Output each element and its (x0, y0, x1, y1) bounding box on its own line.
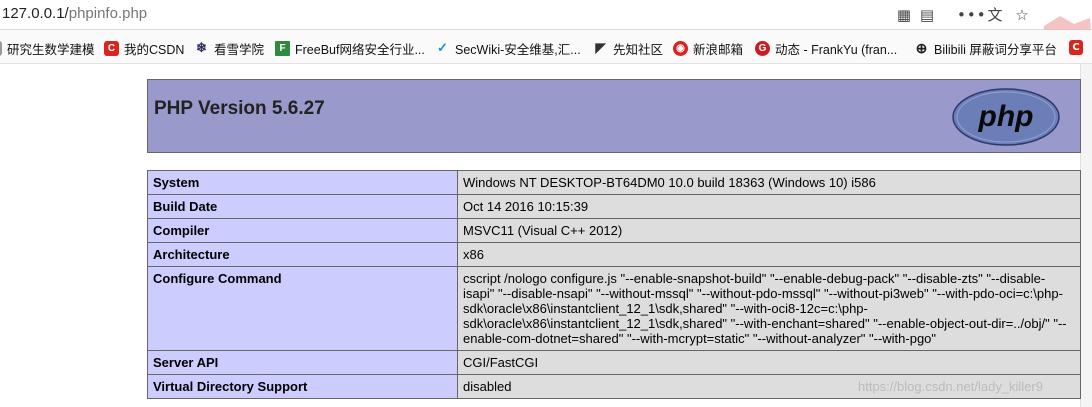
bookmark-label: 先知社区 (613, 42, 664, 57)
url-path: phpinfo.php (68, 5, 148, 22)
row-value: Oct 14 2016 10:15:39 (457, 194, 1081, 219)
table-row: Architecture x86 (147, 242, 1081, 267)
table-row: System Windows NT DESKTOP-BT64DM0 10.0 b… (147, 170, 1081, 195)
watermark: https://blog.csdn.net/lady_killer9 (858, 379, 1043, 394)
bookmark-item[interactable]: ⊕ Bilibili 屏蔽词分享平台 (914, 39, 1057, 57)
table-row: Build Date Oct 14 2016 10:15:39 (147, 194, 1081, 219)
star-icon[interactable]: ☆ (1013, 6, 1031, 24)
bookmark-label: FreeBuf网络安全行业... (295, 42, 425, 57)
page-title: PHP Version 5.6.27 (154, 98, 325, 119)
csdn-icon: C (104, 40, 119, 56)
php-logo-text: php (978, 100, 1034, 133)
bookmark-item[interactable]: C 我的CSDN (104, 39, 184, 57)
row-key: Architecture (147, 242, 458, 267)
xianzhi-icon: ◤ (595, 40, 606, 55)
php-logo: php (952, 88, 1060, 146)
table-row: Server API CGI/FastCGI (147, 350, 1081, 375)
row-value: x86 (457, 242, 1081, 267)
php-header: PHP Version 5.6.27 php (147, 79, 1081, 153)
reader-mode-icon[interactable]: ▤ (918, 6, 936, 24)
row-value: CGI/FastCGI (457, 350, 1081, 375)
bookmarks-bar: 研究生数学建模 C 我的CSDN ❄ 看雪学院 F FreeBuf网络安全行业.… (0, 30, 1092, 64)
translate-icon[interactable]: 文 (986, 6, 1004, 24)
vertical-scrollbar[interactable] (1080, 64, 1092, 407)
bookmark-item[interactable]: ✓ SecWiki-安全维基,汇... (435, 39, 581, 57)
row-key: Compiler (147, 218, 458, 243)
row-value: MSVC11 (Visual C++ 2012) (457, 218, 1081, 243)
bookmark-label: Bilibili 屏蔽词分享平台 (934, 42, 1057, 57)
url-text[interactable]: 127.0.0.1/phpinfo.php (2, 5, 147, 23)
bookmark-label: 动态 - FrankYu (fran... (775, 42, 898, 57)
bookmark-label: 看雪学院 (214, 42, 265, 57)
bookmark-label: 新浪邮箱 (693, 42, 744, 57)
row-key: Virtual Directory Support (147, 374, 458, 399)
row-key: Build Date (147, 194, 458, 219)
bookmark-label: 我的CSDN (124, 42, 185, 57)
gitee-icon: G (755, 40, 770, 56)
bookmark-label: 研究生数学建模 (7, 42, 95, 57)
bookmark-item[interactable]: G 动态 - FrankYu (fran... (755, 39, 897, 57)
bookmark-item[interactable]: ❄ 看雪学院 (194, 39, 264, 57)
bookmark-item[interactable]: ◉ 新浪邮箱 (673, 39, 743, 57)
freebuf-icon: F (275, 40, 290, 56)
qr-code-icon[interactable]: ▦ (895, 6, 913, 24)
bookmark-overflow-icon[interactable]: C (1069, 40, 1083, 55)
bookmark-item[interactable]: F FreeBuf网络安全行业... (275, 39, 425, 57)
secwiki-icon: ✓ (437, 40, 448, 55)
row-value: Windows NT DESKTOP-BT64DM0 10.0 build 18… (457, 170, 1081, 195)
row-key: Configure Command (147, 266, 458, 351)
row-key: System (147, 170, 458, 195)
row-value: cscript /nologo configure.js "--enable-s… (457, 266, 1081, 351)
bookmark-item[interactable]: ◤ 先知社区 (593, 39, 664, 57)
php-info-table: System Windows NT DESKTOP-BT64DM0 10.0 b… (147, 170, 1081, 399)
url-host: 127.0.0.1/ (2, 5, 69, 22)
bookmark-item[interactable]: 研究生数学建模 (0, 39, 95, 57)
sina-icon: ◉ (673, 40, 688, 56)
more-icon[interactable]: ••• (957, 6, 986, 24)
table-row: Configure Command cscript /nologo config… (147, 266, 1081, 351)
globe-icon: ⊕ (915, 39, 928, 56)
table-row: Compiler MSVC11 (Visual C++ 2012) (147, 218, 1081, 243)
address-bar[interactable]: 127.0.0.1/phpinfo.php ▦ ▤ ••• 文 ☆ (0, 0, 1092, 50)
snowflake-icon: ❄ (196, 40, 207, 55)
row-key: Server API (147, 350, 458, 375)
bookmark-icon (0, 40, 2, 56)
bookmark-label: SecWiki-安全维基,汇... (455, 42, 581, 57)
